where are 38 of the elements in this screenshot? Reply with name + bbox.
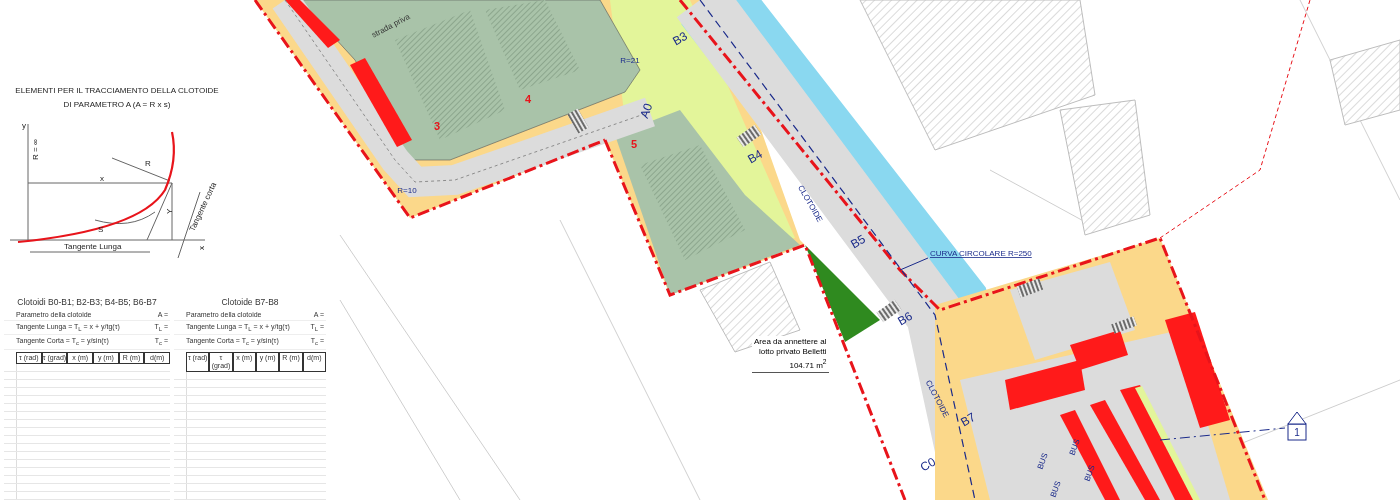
section-marker-label: 1 bbox=[1294, 427, 1300, 438]
bus-label: BUS bbox=[1035, 451, 1050, 471]
diagram-label: x bbox=[100, 174, 104, 183]
table-title: Clotoide B7-B8 bbox=[220, 297, 280, 309]
lot-number: 4 bbox=[524, 93, 532, 105]
diagram-label: S bbox=[98, 225, 104, 234]
station-label: B7 bbox=[958, 409, 978, 430]
diagram-label: R bbox=[145, 159, 151, 168]
diagram-label: R = ∞ bbox=[31, 139, 40, 160]
station-label: A0 bbox=[637, 101, 656, 120]
diagram-label: x bbox=[197, 246, 206, 250]
radius-label: R=10 bbox=[397, 186, 417, 195]
diagram-label: Y bbox=[165, 208, 174, 214]
crosswalk bbox=[1111, 316, 1137, 334]
station-label: B6 bbox=[895, 308, 915, 329]
station-label: B3 bbox=[670, 28, 690, 49]
parking-stall bbox=[1070, 330, 1128, 370]
crosswalk bbox=[567, 108, 589, 134]
bus-label: BUS bbox=[1067, 437, 1082, 457]
lot-number: 3 bbox=[433, 120, 441, 132]
area-callout: Area da annettere al lotto privato Belletti 104.71 m$^{2}$ bbox=[752, 336, 829, 373]
station-label: C0 bbox=[917, 454, 939, 475]
bus-label: BUS bbox=[1048, 479, 1063, 499]
section-marker-icon bbox=[1287, 411, 1307, 441]
station-label: B5 bbox=[848, 231, 868, 252]
radius-label: R=21 bbox=[620, 56, 640, 65]
curve-note: CURVA CIRCOLARE R=250 bbox=[930, 249, 1032, 258]
bus-label: BUS bbox=[1082, 463, 1097, 483]
diagram-title: DI PARAMETRO A (A = R x s) bbox=[62, 99, 172, 111]
diagram-label: y bbox=[22, 121, 26, 130]
diagram-title: ELEMENTI PER IL TRACCIAMENTO DELLA CLOTOIDE bbox=[14, 85, 220, 97]
lot-number: 5 bbox=[630, 138, 638, 150]
station-label: B4 bbox=[745, 146, 765, 167]
table-title: Clotoidi B0-B1; B2-B3; B4-B5; B6-B7 bbox=[16, 297, 158, 309]
diagram-label: Tangente Lunga bbox=[64, 242, 122, 251]
crosswalk bbox=[1016, 278, 1044, 298]
leader-line bbox=[899, 257, 929, 271]
parking-stall bbox=[285, 0, 340, 48]
